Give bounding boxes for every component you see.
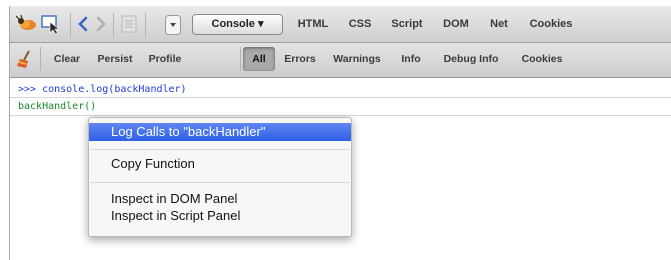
console-panel-select-button[interactable]: Console ▾ (192, 14, 283, 35)
console-row-divider (10, 97, 671, 98)
tab-html[interactable]: HTML (289, 13, 337, 36)
menu-separator (90, 182, 350, 183)
filter-warnings-button[interactable]: Warnings (326, 47, 388, 71)
console-row-divider (10, 115, 671, 116)
main-toolbar: Console ▾ HTML CSS Script DOM Net Cookie… (10, 6, 671, 43)
console-output-function-link[interactable]: backHandler() (18, 101, 96, 112)
context-menu: Log Calls to "backHandler" Copy Function… (88, 117, 352, 237)
toolbar-separator (70, 13, 71, 37)
filter-errors-button[interactable]: Errors (278, 47, 322, 71)
console-filter-bar: Clear Persist Profile All Errors Warning… (10, 43, 671, 78)
tab-net[interactable]: Net (481, 13, 517, 36)
tab-script[interactable]: Script (382, 13, 432, 36)
persist-button[interactable]: Persist (92, 47, 138, 71)
menu-separator (90, 149, 350, 150)
toolbar-separator (113, 13, 114, 37)
broom-icon[interactable] (15, 50, 35, 75)
menu-item-inspect-dom[interactable]: Inspect in DOM Panel (89, 190, 351, 208)
tab-dom[interactable]: DOM (434, 13, 478, 36)
inspect-icon[interactable] (40, 14, 62, 39)
tab-cookies[interactable]: Cookies (522, 13, 580, 36)
toolbar-separator (145, 13, 146, 37)
filter-debug-info-button[interactable]: Debug Info (434, 47, 508, 71)
menu-item-copy-function[interactable]: Copy Function (89, 155, 351, 173)
clear-button[interactable]: Clear (46, 47, 88, 71)
filter-all-button[interactable]: All (243, 47, 275, 71)
filter-separator (40, 47, 41, 71)
menu-item-inspect-script[interactable]: Inspect in Script Panel (89, 207, 351, 225)
profile-button[interactable]: Profile (142, 47, 188, 71)
firebug-icon[interactable] (15, 14, 38, 38)
filter-info-button[interactable]: Info (394, 47, 428, 71)
panel-options-dropdown-icon[interactable] (165, 15, 181, 40)
filter-separator (240, 47, 241, 71)
menu-item-log-calls[interactable]: Log Calls to "backHandler" (89, 123, 351, 141)
forward-arrow-icon[interactable] (94, 16, 108, 37)
menu-list-icon[interactable] (121, 15, 137, 38)
back-arrow-icon[interactable] (76, 16, 90, 37)
tab-css[interactable]: CSS (342, 13, 378, 36)
console-command-line: >>> console.log(backHandler) (18, 84, 187, 95)
filter-cookies-button[interactable]: Cookies (513, 47, 571, 71)
